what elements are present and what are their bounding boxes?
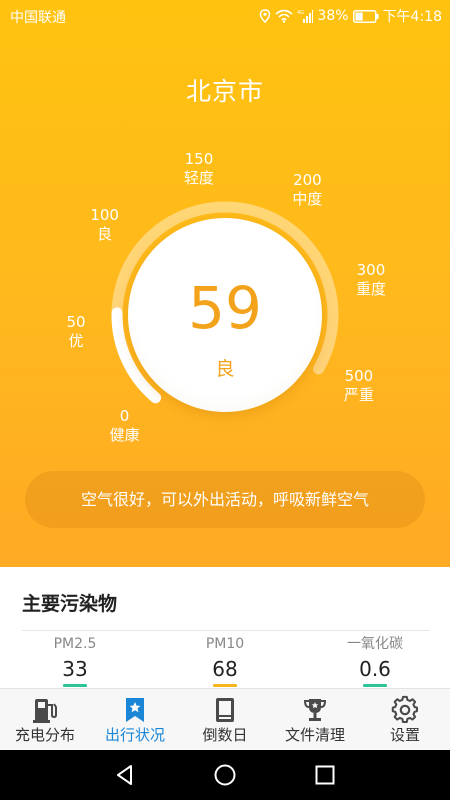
- bottom-tab-bar: 充电分布 出行状况 倒数日 文件清理 设置: [0, 688, 450, 750]
- tab-settings[interactable]: 设置: [360, 689, 450, 751]
- pollutant-name: PM2.5: [53, 636, 97, 652]
- scale-label: 优: [68, 332, 84, 351]
- scale-label: 中度: [292, 189, 323, 208]
- scale-value: 200: [293, 170, 322, 189]
- scale-value: 150: [184, 150, 214, 169]
- pollutant-value: 68: [212, 657, 238, 681]
- scale-mark: 300 重度: [341, 261, 401, 299]
- recent-apps-icon[interactable]: [313, 763, 337, 787]
- pollutant-pm10[interactable]: PM10 68: [150, 633, 300, 687]
- gear-icon: [391, 695, 418, 723]
- bookmark-star-icon: [126, 698, 144, 722]
- tab-file-cleanup[interactable]: 文件清理: [270, 689, 360, 751]
- scale-label: 良: [97, 225, 113, 244]
- divider: [22, 630, 430, 631]
- scale-value: 500: [344, 367, 374, 385]
- scale-mark: 50 优: [46, 313, 106, 351]
- scale-value: 300: [356, 261, 386, 280]
- trophy-icon: [303, 699, 327, 721]
- scale-value: 0: [119, 406, 130, 425]
- aqi-level: 良: [215, 358, 235, 380]
- home-icon[interactable]: [213, 763, 237, 787]
- charging-station-icon: [33, 699, 57, 723]
- scale-mark: 500 严重: [329, 367, 389, 405]
- pollutant-level-bar: [363, 684, 387, 687]
- aqi-dial: 59 良: [128, 218, 322, 412]
- pollutant-value: 33: [62, 657, 88, 681]
- scale-mark: 100 良: [75, 206, 135, 244]
- book-icon: [216, 698, 234, 722]
- scale-mark: 150 轻度: [169, 150, 229, 188]
- tab-label: 文件清理: [284, 726, 345, 744]
- tab-label: 设置: [389, 726, 420, 744]
- pollutant-name: PM10: [205, 636, 245, 652]
- scale-mark: 0 健康: [95, 407, 155, 445]
- pollutant-level-bar: [213, 684, 237, 687]
- aqi-value: 59: [188, 274, 262, 342]
- tab-charging-map[interactable]: 充电分布: [0, 689, 90, 751]
- scale-label: 严重: [343, 386, 374, 404]
- scale-mark: 200 中度: [277, 171, 337, 209]
- scale-label: 健康: [109, 425, 140, 444]
- tab-label: 倒数日: [202, 726, 248, 744]
- pollutant-value: 0.6: [359, 657, 391, 681]
- pollutant-name: 一氧化碳: [347, 636, 403, 652]
- pollutant-co[interactable]: 一氧化碳 0.6: [300, 633, 450, 687]
- scale-value: 100: [90, 206, 119, 225]
- tab-travel-status[interactable]: 出行状况: [90, 689, 180, 751]
- scale-label: 轻度: [183, 169, 214, 188]
- section-title: 主要污染物: [22, 593, 118, 615]
- system-navigation-bar: [0, 750, 450, 800]
- pollutant-level-bar: [63, 684, 87, 687]
- health-advice: 空气很好，可以外出活动，呼吸新鲜空气: [25, 471, 425, 528]
- tab-countdown[interactable]: 倒数日: [180, 689, 270, 751]
- pollutant-pm25[interactable]: PM2.5 33: [0, 633, 150, 687]
- back-icon[interactable]: [113, 763, 137, 787]
- scale-label: 重度: [355, 280, 386, 299]
- scale-value: 50: [66, 313, 86, 332]
- tab-label: 出行状况: [104, 726, 165, 744]
- tab-label: 充电分布: [14, 726, 75, 744]
